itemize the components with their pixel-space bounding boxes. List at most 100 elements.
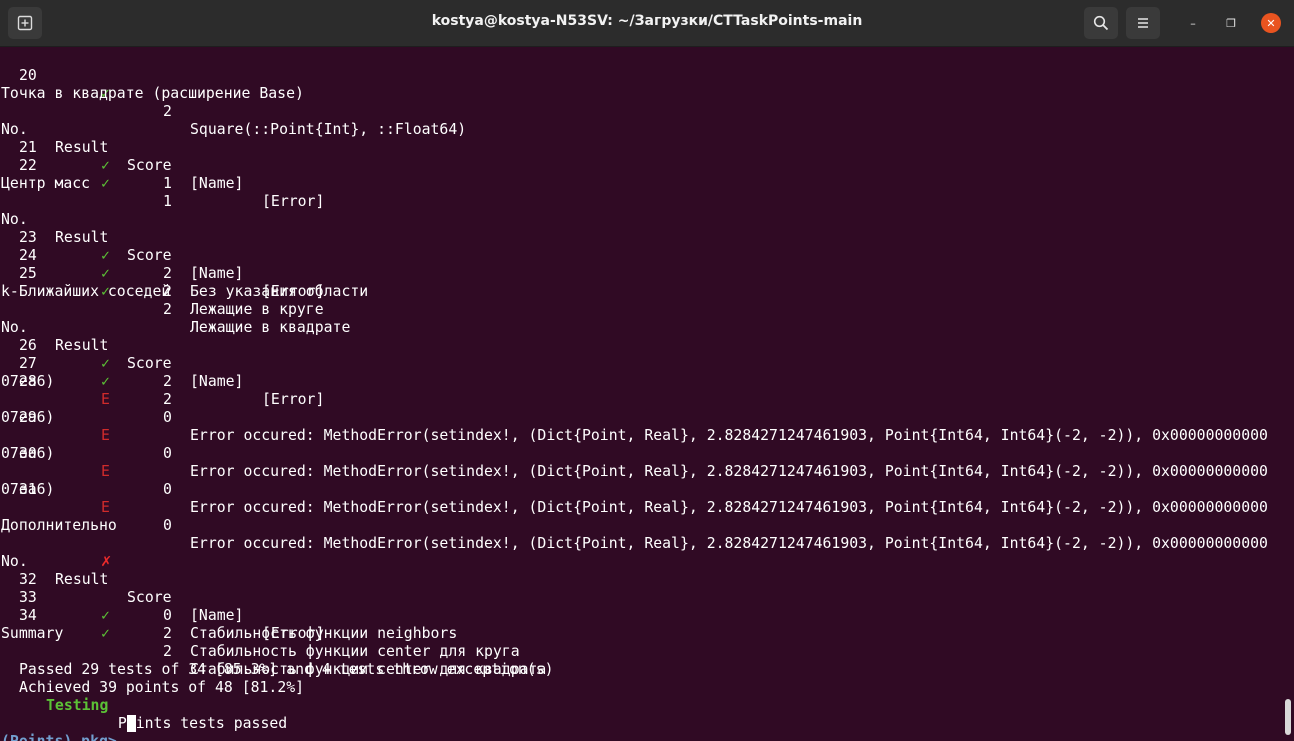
test-score: 2 — [163, 643, 172, 660]
pass-icon: ✓ — [101, 625, 110, 642]
test-score: 0 — [163, 445, 172, 462]
table-header: No. Result Score [Name] [Error] — [1, 301, 324, 408]
header-error: [Error] — [262, 391, 325, 408]
error-message: Error occured: MethodError(setindex!, (D… — [190, 499, 1268, 516]
command-prompt[interactable]: (Points) pkg> — [1, 715, 117, 741]
test-score: 2 — [163, 625, 172, 642]
test-number: 20 — [19, 67, 37, 84]
summary-achieved: Achieved 39 points of 48 [81.2%] — [19, 679, 305, 696]
terminal-output[interactable]: 20 ✓ 2 Square(::Point{Int}, ::Float64) Т… — [0, 47, 1282, 741]
header-result: Result — [55, 571, 109, 588]
testing-label: Testing — [46, 697, 109, 714]
test-score: 0 — [163, 517, 172, 534]
test-row: 32 ✗ 0 Стабильность функции neighbors — [1, 552, 457, 642]
test-row: 33 ✓ 2 Стабильность функции center для к… — [1, 571, 520, 660]
hamburger-menu-icon — [1138, 18, 1148, 28]
header-score: Score — [127, 247, 172, 264]
test-row: 21 ✓ 1 — [1, 121, 172, 192]
title-bar: kostya@kostya-N53SV: ~/Загрузки/CTTaskPo… — [0, 0, 1294, 47]
pass-icon: ✓ — [101, 175, 110, 192]
testing-status: Testing Points tests passed — [1, 679, 287, 732]
pass-icon: ✓ — [101, 607, 110, 624]
test-score: 0 — [163, 607, 172, 624]
text-cursor — [127, 715, 136, 732]
search-button[interactable] — [1084, 7, 1118, 39]
header-score: Score — [127, 355, 172, 372]
error-message: Error occured: MethodError(setindex!, (D… — [190, 535, 1268, 552]
error-message-wrap: 07ea6) — [1, 409, 55, 426]
header-score: Score — [127, 157, 172, 174]
header-result: Result — [55, 337, 109, 354]
section-title: Центр масс — [1, 175, 91, 192]
fail-icon: ✗ — [101, 551, 112, 571]
test-row: 26 ✓ 2 — [1, 319, 172, 390]
test-row: 20 ✓ 2 Square(::Point{Int}, ::Float64) — [1, 49, 466, 138]
test-score: 0 — [163, 409, 172, 426]
test-score: 1 — [163, 175, 172, 192]
pass-icon: ✓ — [101, 355, 110, 372]
test-score: 0 — [163, 481, 172, 498]
header-error: [Error] — [262, 193, 325, 210]
test-number: 22 — [19, 157, 37, 174]
error-message-wrap: 07ea6) — [1, 373, 55, 390]
test-score: 2 — [163, 391, 172, 408]
minimize-button[interactable]: – — [1183, 13, 1203, 33]
maximize-button[interactable]: ❐ — [1221, 13, 1241, 33]
test-row: 22 ✓ 1 — [1, 139, 172, 210]
summary-achieved-line: Achieved 39 points of 48 [81.2%] — [1, 661, 304, 696]
header-result: Result — [55, 139, 109, 156]
test-row: 24 ✓ 2 Лежащие в круге — [1, 229, 324, 318]
prompt-label: (Points) pkg> — [1, 733, 117, 741]
minimize-icon: – — [1190, 16, 1196, 30]
summary-title: Summary — [1, 625, 64, 642]
test-row: 27 ✓ 2 — [1, 337, 172, 408]
section-title: k-Ближайших соседей — [1, 283, 171, 300]
test-name: Стабильность функции center для круга — [190, 643, 520, 660]
error-message-wrap: 07ea6) — [1, 481, 55, 498]
test-row: 29 E 0 Error occured: MethodError(setind… — [1, 391, 1268, 480]
test-name: Square(::Point{Int}, ::Float64) — [190, 121, 467, 138]
pass-icon: ✓ — [101, 157, 110, 174]
header-name: [Name] — [190, 607, 244, 624]
test-number: 34 — [19, 607, 37, 624]
error-icon: E — [101, 463, 110, 480]
error-icon: E — [101, 499, 110, 516]
close-icon: ✕ — [1266, 16, 1276, 30]
test-row: 31 E 0 Error occured: MethodError(setind… — [1, 463, 1268, 552]
header-name: [Name] — [190, 373, 244, 390]
test-score: 2 — [163, 265, 172, 282]
error-message: Error occured: MethodError(setindex!, (D… — [190, 427, 1268, 444]
section-title: Точка в квадрате (расширение Base) — [1, 85, 304, 102]
test-name: Лежащие в квадрате — [190, 319, 351, 336]
summary-passed-line: Passed 29 tests of 34 [85.3%] and 4 test… — [1, 643, 554, 678]
test-score: 1 — [163, 193, 172, 210]
pass-icon: ✓ — [101, 265, 110, 282]
test-row: 23 ✓ 2 Без указания области — [1, 211, 368, 300]
section-title: Дополнительно — [1, 517, 117, 534]
scrollbar-thumb[interactable] — [1285, 699, 1291, 735]
search-icon — [1093, 15, 1109, 31]
header-score: Score — [127, 589, 172, 606]
test-score: 2 — [163, 301, 172, 318]
test-row: 28 E 0 Error occured: MethodError(setind… — [1, 355, 1268, 444]
summary-passed: Passed 29 tests of 34 [85.3%] and 4 test… — [19, 661, 554, 678]
header-name: [Name] — [190, 265, 244, 282]
pass-icon: ✓ — [101, 247, 110, 264]
pass-icon: ✓ — [101, 373, 110, 390]
header-name: [Name] — [190, 175, 244, 192]
table-header: No. Result Score [Name] [Error] — [1, 103, 324, 210]
close-button[interactable]: ✕ — [1261, 13, 1281, 33]
test-score: 2 — [163, 373, 172, 390]
table-header: No. Result Score [Name] [Error] — [1, 535, 324, 642]
test-row: 25 ✓ 2 Лежащие в квадрате — [1, 247, 350, 336]
error-icon: E — [101, 427, 110, 444]
test-row: 30 E 0 Error occured: MethodError(setind… — [1, 427, 1268, 516]
error-message: Error occured: MethodError(setindex!, (D… — [190, 463, 1268, 480]
menu-button[interactable] — [1126, 7, 1160, 39]
maximize-icon: ❐ — [1226, 16, 1236, 30]
test-name: Без указания области — [190, 283, 369, 300]
header-result: Result — [55, 229, 109, 246]
test-number: 25 — [19, 265, 37, 282]
error-message-wrap: 07ea6) — [1, 445, 55, 462]
test-score: 2 — [163, 103, 172, 120]
